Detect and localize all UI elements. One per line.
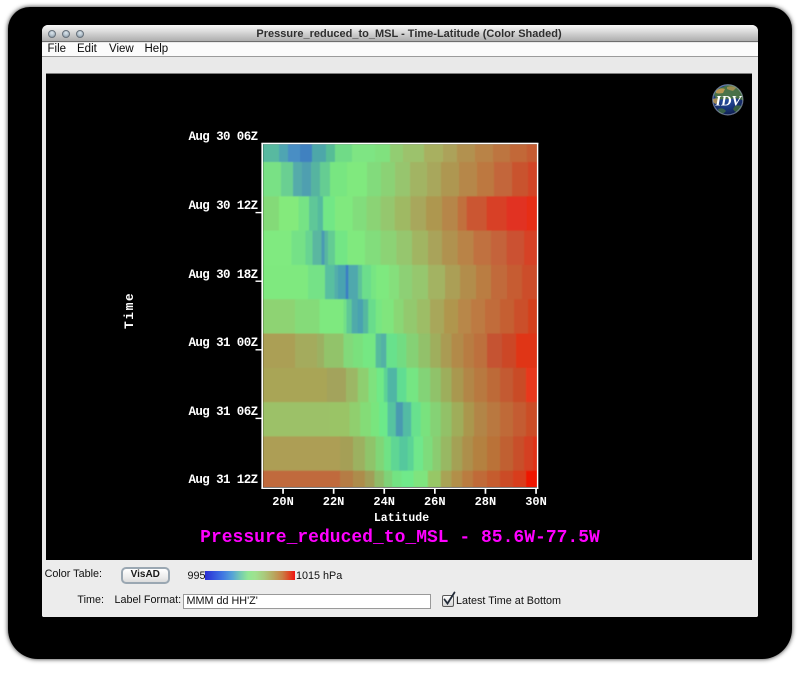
svg-text:IDV: IDV [714, 94, 742, 110]
